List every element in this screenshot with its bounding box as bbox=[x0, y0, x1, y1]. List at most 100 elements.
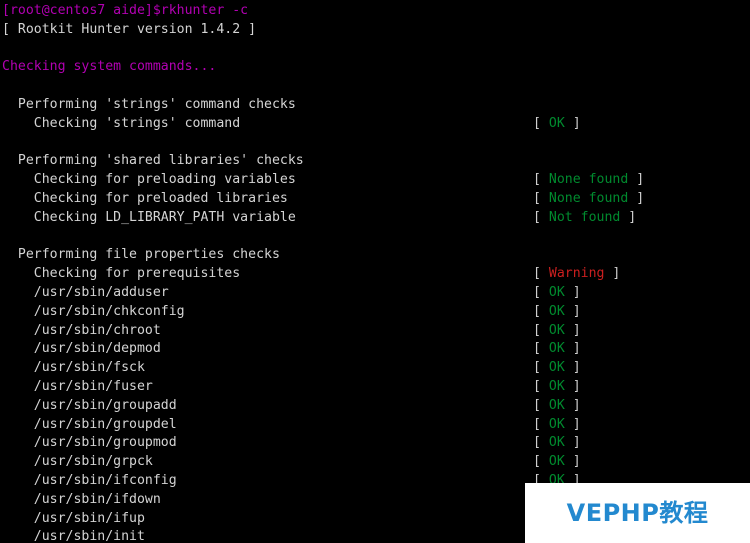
terminal-line-text: Performing 'strings' command checks bbox=[2, 96, 296, 112]
terminal-line-text: /usr/sbin/ifup bbox=[2, 510, 145, 526]
status-badge: [ None found ] bbox=[533, 190, 644, 209]
status-bracket-open: [ bbox=[533, 284, 549, 300]
terminal-line-text: /usr/sbin/groupadd bbox=[2, 397, 177, 413]
terminal-line-text: /usr/sbin/fuser bbox=[2, 378, 153, 394]
terminal-line-text: Checking system commands... bbox=[2, 59, 217, 75]
status-bracket-close: ] bbox=[564, 284, 581, 300]
status-value: Warning bbox=[548, 266, 605, 282]
terminal-line: [ Rootkit Hunter version 1.4.2 ] bbox=[0, 21, 750, 40]
status-bracket-close: ] bbox=[564, 303, 581, 319]
terminal-line: Checking LD_LIBRARY_PATH variable [ Not f… bbox=[0, 209, 750, 228]
terminal-line-text: /usr/sbin/adduser bbox=[2, 284, 169, 300]
terminal-line: Performing 'shared libraries' checks bbox=[0, 152, 750, 171]
status-bracket-open: [ bbox=[533, 416, 549, 432]
terminal-line-text: /usr/sbin/chroot bbox=[2, 322, 161, 338]
status-bracket-close: ] bbox=[564, 341, 581, 357]
terminal-window[interactable]: [root@centos7 aide]$rkhunter -c [ Rootkit… bbox=[0, 0, 750, 543]
status-value: OK bbox=[548, 378, 565, 394]
terminal-line: /usr/sbin/adduser [ OK ] bbox=[0, 284, 750, 303]
status-value: OK bbox=[548, 397, 565, 413]
status-bracket-open: [ bbox=[533, 115, 549, 131]
status-bracket-close: ] bbox=[564, 378, 581, 394]
status-value: OK bbox=[548, 360, 565, 376]
status-bracket-open: [ bbox=[533, 341, 549, 357]
status-bracket-open: [ bbox=[533, 322, 549, 338]
status-value: OK bbox=[548, 284, 565, 300]
terminal-output: [root@centos7 aide]$rkhunter -c [ Rootkit… bbox=[0, 2, 750, 543]
terminal-line-text: Checking for preloaded libraries bbox=[2, 190, 288, 206]
terminal-line: Checking system commands... bbox=[0, 58, 750, 77]
status-badge: [ OK ] bbox=[533, 115, 581, 134]
terminal-line-text: /usr/sbin/chkconfig bbox=[2, 303, 185, 319]
terminal-line: /usr/sbin/fuser [ OK ] bbox=[0, 378, 750, 397]
terminal-line: Checking for preloaded libraries [ None f… bbox=[0, 190, 750, 209]
status-bracket-open: [ bbox=[533, 209, 549, 225]
status-bracket-open: [ bbox=[533, 266, 549, 282]
terminal-line: Checking 'strings' command [ OK ] bbox=[0, 115, 750, 134]
watermark-overlay: VEPHP教程 bbox=[525, 483, 750, 543]
status-badge: [ Not found ] bbox=[533, 209, 636, 228]
status-value: OK bbox=[548, 322, 565, 338]
status-badge: [ OK ] bbox=[533, 322, 581, 341]
terminal-line: /usr/sbin/groupmod [ OK ] bbox=[0, 434, 750, 453]
status-value: Not found bbox=[548, 209, 621, 225]
terminal-line-text: /usr/sbin/groupmod bbox=[2, 435, 177, 451]
status-bracket-close: ] bbox=[620, 209, 637, 225]
watermark-label: VEPHP教程 bbox=[566, 498, 709, 527]
status-bracket-close: ] bbox=[604, 266, 621, 282]
status-bracket-open: [ bbox=[533, 435, 549, 451]
terminal-line: Performing file properties checks bbox=[0, 246, 750, 265]
terminal-line-text: /usr/sbin/grpck bbox=[2, 454, 153, 470]
terminal-line-text: Checking for preloading variables bbox=[2, 172, 296, 188]
status-bracket-close: ] bbox=[564, 397, 581, 413]
status-badge: [ OK ] bbox=[533, 378, 581, 397]
terminal-line-text: Performing 'shared libraries' checks bbox=[2, 153, 304, 169]
status-badge: [ OK ] bbox=[533, 397, 581, 416]
status-bracket-close: ] bbox=[628, 172, 645, 188]
status-bracket-open: [ bbox=[533, 172, 549, 188]
terminal-line: /usr/sbin/groupadd [ OK ] bbox=[0, 397, 750, 416]
status-bracket-close: ] bbox=[564, 454, 581, 470]
status-value: OK bbox=[548, 115, 565, 131]
terminal-line-text: /usr/sbin/ifconfig bbox=[2, 472, 177, 488]
terminal-line-text: /usr/sbin/depmod bbox=[2, 341, 161, 357]
terminal-line: Checking for prerequisites [ Warning ] bbox=[0, 265, 750, 284]
status-value: OK bbox=[548, 416, 565, 432]
terminal-line-text: Performing file properties checks bbox=[2, 247, 280, 263]
status-value: None found bbox=[548, 190, 629, 206]
status-badge: [ OK ] bbox=[533, 303, 581, 322]
terminal-line-text: [ Rootkit Hunter version 1.4.2 ] bbox=[2, 21, 257, 37]
terminal-line: /usr/sbin/depmod [ OK ] bbox=[0, 340, 750, 359]
terminal-line: Performing 'strings' command checks bbox=[0, 96, 750, 115]
status-bracket-open: [ bbox=[533, 454, 549, 470]
status-bracket-close: ] bbox=[564, 322, 581, 338]
status-bracket-close: ] bbox=[628, 190, 645, 206]
status-bracket-open: [ bbox=[533, 190, 549, 206]
status-badge: [ OK ] bbox=[533, 284, 581, 303]
terminal-line: /usr/sbin/groupdel [ OK ] bbox=[0, 416, 750, 435]
status-bracket-close: ] bbox=[564, 435, 581, 451]
status-badge: [ OK ] bbox=[533, 453, 581, 472]
status-bracket-open: [ bbox=[533, 303, 549, 319]
terminal-line-text: Checking for prerequisites bbox=[2, 266, 241, 282]
terminal-line: [root@centos7 aide]$rkhunter -c bbox=[0, 2, 750, 21]
terminal-line: /usr/sbin/chkconfig [ OK ] bbox=[0, 303, 750, 322]
terminal-line-text: Checking 'strings' command bbox=[2, 115, 241, 131]
status-bracket-close: ] bbox=[564, 360, 581, 376]
status-badge: [ OK ] bbox=[533, 340, 581, 359]
terminal-line: Checking for preloading variables [ None … bbox=[0, 171, 750, 190]
terminal-line: /usr/sbin/fsck [ OK ] bbox=[0, 359, 750, 378]
terminal-line: /usr/sbin/chroot [ OK ] bbox=[0, 322, 750, 341]
status-badge: [ OK ] bbox=[533, 434, 581, 453]
terminal-line-text: /usr/sbin/groupdel bbox=[2, 416, 177, 432]
status-bracket-close: ] bbox=[564, 416, 581, 432]
status-bracket-close: ] bbox=[564, 115, 581, 131]
status-value: OK bbox=[548, 454, 565, 470]
terminal-line-text: /usr/sbin/fsck bbox=[2, 360, 145, 376]
status-value: OK bbox=[548, 341, 565, 357]
status-badge: [ Warning ] bbox=[533, 265, 620, 284]
